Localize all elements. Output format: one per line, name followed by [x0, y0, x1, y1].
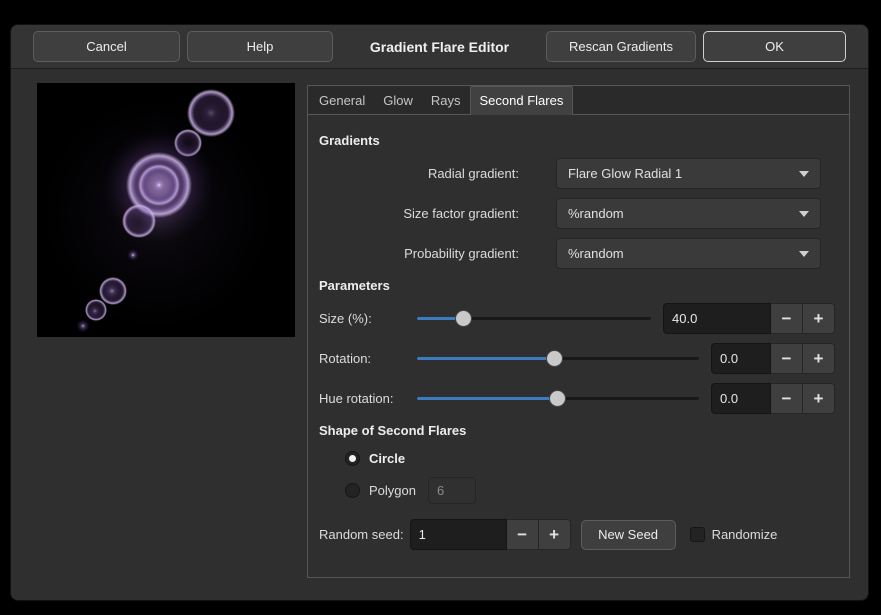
- tab-second-flares[interactable]: Second Flares: [470, 86, 574, 115]
- hue-rotation-increment-button[interactable]: +: [803, 383, 835, 414]
- circle-option-row: Circle: [345, 448, 835, 469]
- titlebar: Cancel Help Gradient Flare Editor Rescan…: [11, 25, 868, 69]
- polygon-option-row: Polygon: [345, 480, 835, 501]
- circle-radio[interactable]: [345, 451, 360, 466]
- settings-panel: General Glow Rays Second Flares Gradient…: [307, 85, 850, 578]
- seed-increment-button[interactable]: +: [539, 519, 571, 550]
- gradient-flare-editor-window: Cancel Help Gradient Flare Editor Rescan…: [10, 24, 869, 601]
- tab-rays[interactable]: Rays: [422, 87, 470, 114]
- probability-gradient-value: %random: [568, 246, 624, 261]
- size-factor-gradient-label: Size factor gradient:: [319, 206, 519, 221]
- parameters-section-header: Parameters: [319, 278, 835, 293]
- size-factor-gradient-select[interactable]: %random: [556, 198, 821, 229]
- rotation-label: Rotation:: [319, 351, 405, 366]
- rotation-value-input[interactable]: [711, 343, 771, 374]
- size-factor-gradient-row: Size factor gradient: %random: [319, 198, 835, 229]
- slider-track: [417, 317, 651, 320]
- random-seed-row: Random seed: − + New Seed Randomize: [319, 519, 835, 550]
- radial-gradient-label: Radial gradient:: [319, 166, 519, 181]
- hue-rotation-slider[interactable]: [417, 389, 699, 408]
- new-seed-button[interactable]: New Seed: [581, 520, 676, 550]
- hue-rotation-decrement-button[interactable]: −: [771, 383, 803, 414]
- tab-general[interactable]: General: [310, 87, 374, 114]
- shape-section-header: Shape of Second Flares: [319, 423, 835, 438]
- flare-preview: [37, 83, 295, 337]
- size-slider[interactable]: [417, 309, 651, 328]
- tab-glow[interactable]: Glow: [374, 87, 422, 114]
- dialog-content: General Glow Rays Second Flares Gradient…: [11, 69, 868, 601]
- probability-gradient-label: Probability gradient:: [319, 246, 519, 261]
- size-factor-gradient-value: %random: [568, 206, 624, 221]
- chevron-down-icon: [799, 211, 809, 217]
- second-flares-page: Gradients Radial gradient: Flare Glow Ra…: [308, 115, 849, 550]
- randomize-checkbox[interactable]: [690, 527, 705, 542]
- flare-preview-image: [37, 83, 295, 337]
- hue-rotation-label: Hue rotation:: [319, 391, 405, 406]
- cancel-button[interactable]: Cancel: [33, 31, 180, 62]
- help-button[interactable]: Help: [187, 31, 333, 62]
- seed-decrement-button[interactable]: −: [507, 519, 539, 550]
- rescan-gradients-button[interactable]: Rescan Gradients: [546, 31, 696, 62]
- probability-gradient-row: Probability gradient: %random: [319, 238, 835, 269]
- polygon-sides-input[interactable]: [428, 477, 476, 504]
- gradients-section-header: Gradients: [319, 133, 835, 148]
- window-title: Gradient Flare Editor: [340, 39, 539, 55]
- rotation-slider[interactable]: [417, 349, 699, 368]
- radial-gradient-row: Radial gradient: Flare Glow Radial 1: [319, 158, 835, 189]
- rotation-decrement-button[interactable]: −: [771, 343, 803, 374]
- radial-gradient-select[interactable]: Flare Glow Radial 1: [556, 158, 821, 189]
- slider-handle[interactable]: [546, 350, 563, 367]
- slider-handle[interactable]: [455, 310, 472, 327]
- circle-radio-label[interactable]: Circle: [369, 451, 405, 466]
- size-value-input[interactable]: [663, 303, 771, 334]
- slider-fill: [417, 357, 555, 360]
- size-increment-button[interactable]: +: [803, 303, 835, 334]
- chevron-down-icon: [799, 251, 809, 257]
- randomize-label[interactable]: Randomize: [712, 527, 778, 542]
- polygon-radio-label[interactable]: Polygon: [369, 483, 416, 498]
- size-row: Size (%): − +: [319, 303, 835, 334]
- random-seed-input[interactable]: [410, 519, 507, 550]
- random-seed-label: Random seed:: [319, 527, 404, 542]
- size-label: Size (%):: [319, 311, 405, 326]
- hue-rotation-value-input[interactable]: [711, 383, 771, 414]
- size-decrement-button[interactable]: −: [771, 303, 803, 334]
- tab-bar: General Glow Rays Second Flares: [308, 86, 849, 115]
- hue-rotation-row: Hue rotation: − +: [319, 383, 835, 414]
- radial-gradient-value: Flare Glow Radial 1: [568, 166, 682, 181]
- slider-fill: [417, 397, 558, 400]
- rotation-increment-button[interactable]: +: [803, 343, 835, 374]
- slider-handle[interactable]: [549, 390, 566, 407]
- ok-button[interactable]: OK: [703, 31, 846, 62]
- polygon-radio[interactable]: [345, 483, 360, 498]
- probability-gradient-select[interactable]: %random: [556, 238, 821, 269]
- rotation-row: Rotation: − +: [319, 343, 835, 374]
- chevron-down-icon: [799, 171, 809, 177]
